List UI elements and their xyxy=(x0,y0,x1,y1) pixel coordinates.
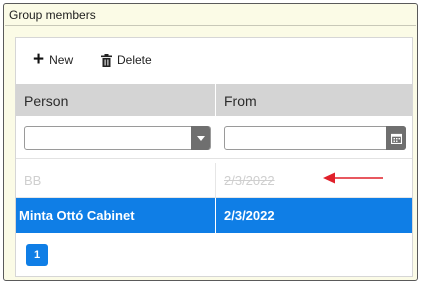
group-title: Group members xyxy=(9,8,96,22)
delete-button-label: Delete xyxy=(117,53,152,67)
person-filter-input[interactable] xyxy=(24,126,211,150)
row-person-cell: Minta Ottó Cabinet xyxy=(19,208,135,223)
group-title-divider xyxy=(5,25,416,26)
new-button[interactable]: + New xyxy=(33,49,74,70)
row-from-cell: 2/3/2022 xyxy=(224,208,275,223)
row-person-cell: BB xyxy=(24,173,42,188)
plus-icon: + xyxy=(33,49,45,70)
column-header-person[interactable]: Person xyxy=(24,93,68,109)
trash-icon xyxy=(101,53,112,67)
column-header-from[interactable]: From xyxy=(224,93,257,109)
selected-row-column-divider xyxy=(215,198,216,233)
delete-button[interactable]: Delete xyxy=(101,51,152,69)
new-button-label: New xyxy=(49,53,74,67)
header-column-divider xyxy=(215,84,216,116)
person-filter-dropdown-button[interactable] xyxy=(191,126,210,150)
arrow-left-icon xyxy=(323,172,383,184)
grid-header xyxy=(16,84,412,116)
calendar-icon xyxy=(390,133,402,144)
from-filter-input[interactable] xyxy=(224,126,406,150)
from-filter-calendar-button[interactable] xyxy=(386,126,406,150)
chevron-down-icon xyxy=(196,135,205,141)
row-column-divider xyxy=(215,163,216,198)
pager-page-button[interactable]: 1 xyxy=(26,244,48,266)
row-from-cell: 2/3/2022 xyxy=(224,173,275,188)
